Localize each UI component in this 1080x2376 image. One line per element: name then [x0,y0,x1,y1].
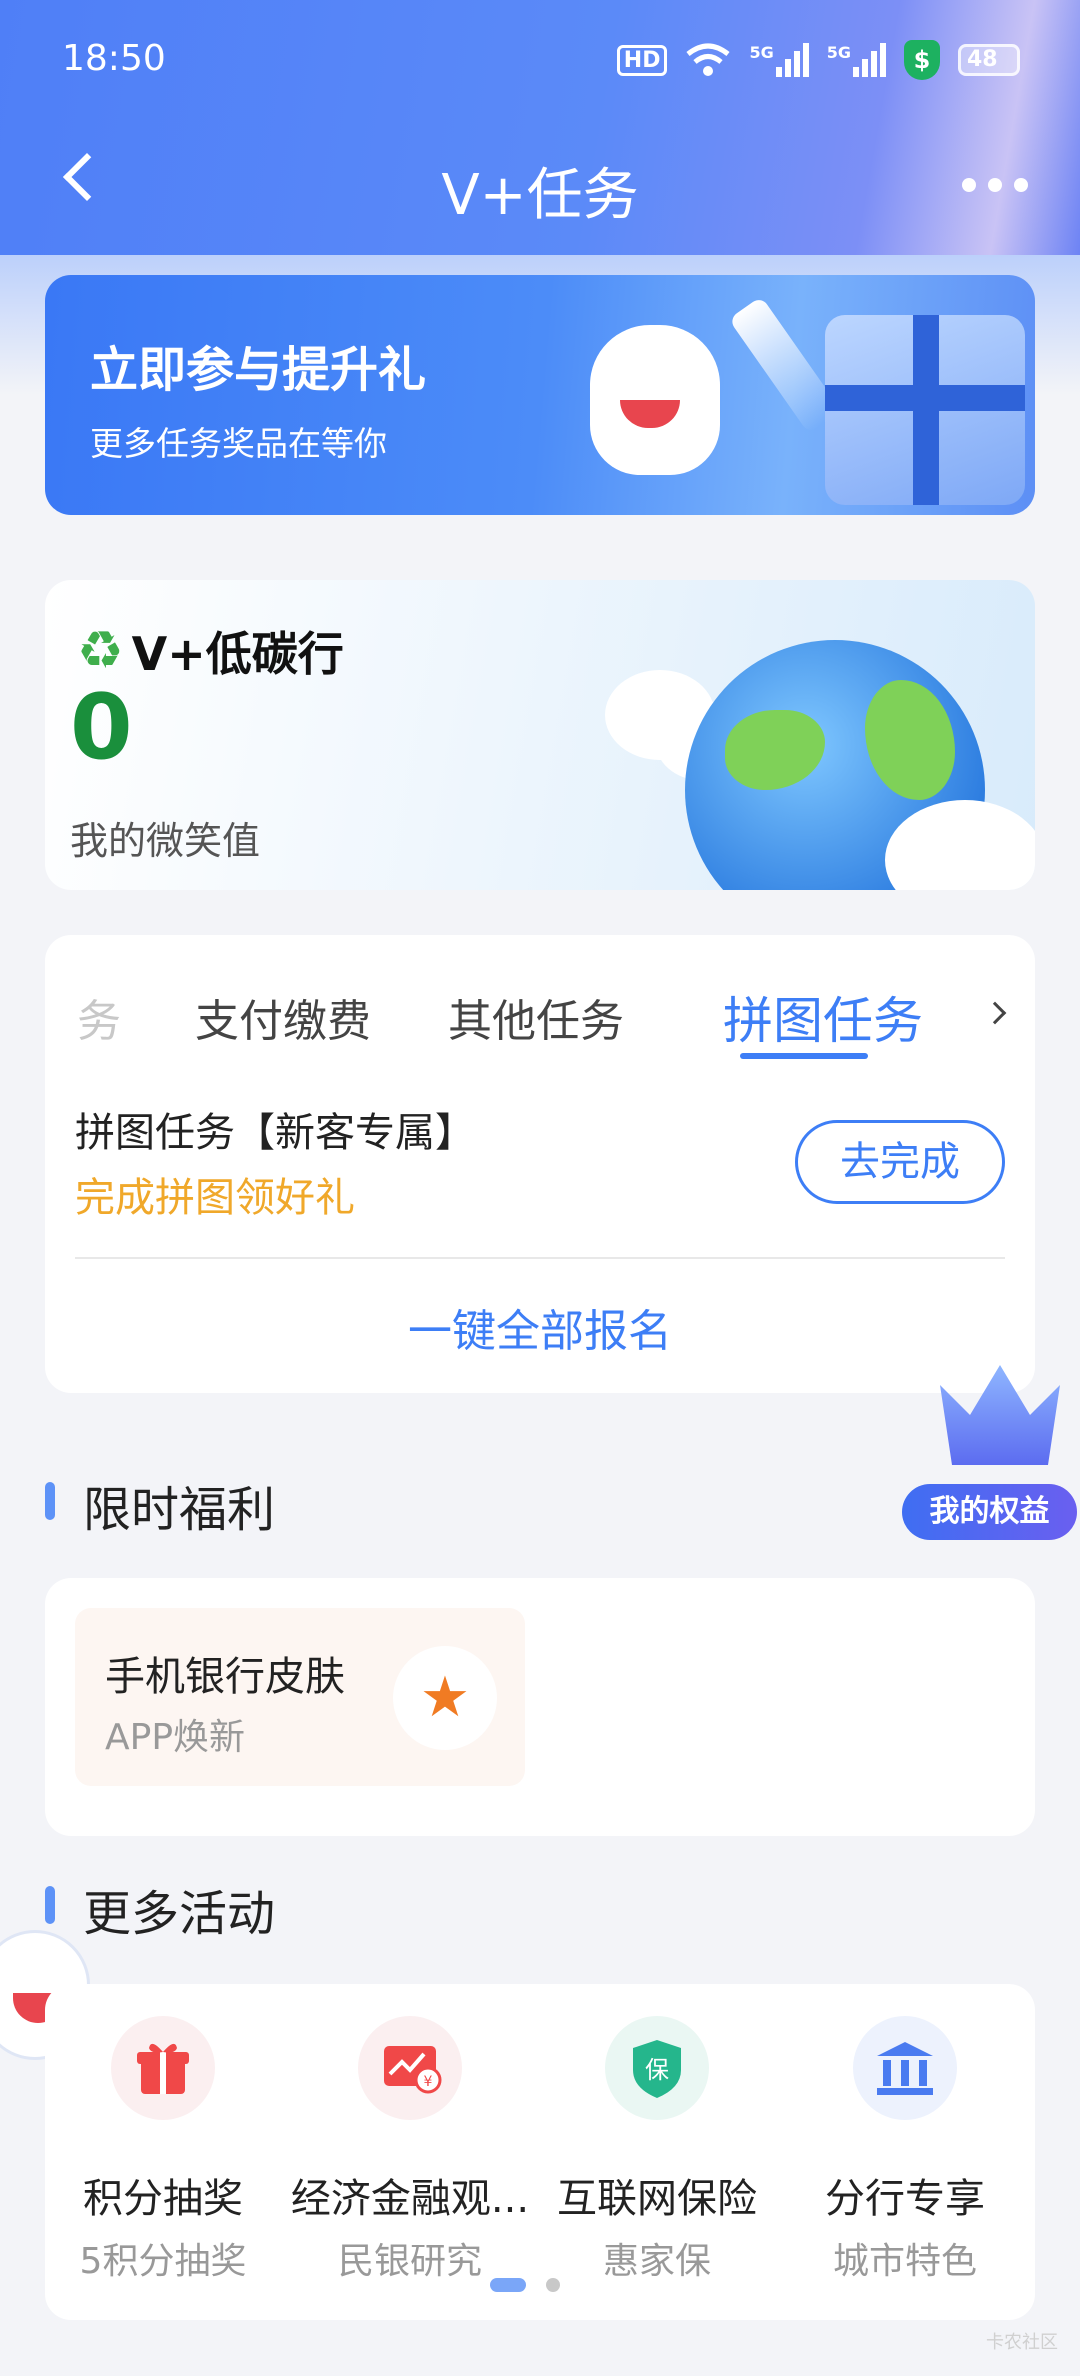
more-options-icon[interactable] [962,178,1028,192]
active-tab-indicator [740,1053,868,1059]
bank-icon [853,2016,957,2120]
skin-title: 手机银行皮肤 [105,1654,345,1700]
battery-icon: 48 [958,44,1020,76]
page-dot[interactable] [546,2278,560,2292]
page-dot-active [490,2278,526,2292]
tab-other-tasks[interactable]: 其他任务 [448,985,624,1049]
welfare-card: 手机银行皮肤 APP焕新 ★ [45,1578,1035,1836]
activity-subtitle: 5积分抽奖 [79,2241,247,2282]
svg-text:¥: ¥ [424,2074,433,2090]
activities-card: 积分抽奖 5积分抽奖 ¥ 经济金融观... 民银研究 保 互联网保险 惠家保 分… [45,1984,1035,2320]
banner-subtitle: 更多任务奖品在等你 [90,424,387,463]
activity-internet-insurance[interactable]: 保 互联网保险 惠家保 [537,2016,777,2284]
enroll-all-button[interactable]: 一键全部报名 [45,1295,1035,1359]
activity-title: 积分抽奖 [83,2176,243,2222]
skin-subtitle: APP焕新 [105,1717,246,1758]
watermark: 卡农社区 [986,2332,1058,2353]
pagination-dots [490,2278,560,2292]
activity-subtitle: 民银研究 [337,2241,482,2282]
signal-1-icon: 5G [749,43,809,77]
activity-subtitle: 城市特色 [832,2241,977,2282]
activity-subtitle: 惠家保 [602,2241,711,2282]
shield-insurance-icon: 保 [605,2016,709,2120]
status-time: 18:50 [62,38,166,79]
gift-box-illustration [825,315,1025,505]
activity-title: 经济金融观... [290,2176,530,2222]
banner-title: 立即参与提升礼 [90,342,427,398]
tab-puzzle-tasks[interactable]: 拼图任务 [703,981,943,1053]
hd-voice-icon: HD [616,44,668,76]
activity-title: 分行专享 [825,2176,985,2222]
activity-branch-exclusive[interactable]: 分行专享 城市特色 [785,2016,1025,2284]
recycle-icon: ♻ [77,621,124,681]
task-tabs: 务 支付缴费 其他任务 拼图任务 [45,985,1035,1050]
section-title-welfare: 限时福利 [45,1470,275,1540]
low-carbon-title: V+低碳行 [131,627,344,681]
signal-2-icon: 5G [827,43,886,77]
security-shield-icon: $ [904,40,940,80]
magic-wand-icon: ★ [393,1646,497,1750]
skin-tile[interactable]: 手机银行皮肤 APP焕新 ★ [75,1608,525,1786]
task-description: 完成拼图领好礼 [75,1175,355,1221]
status-icons: HD 5G 5G $ 48 [616,40,1020,80]
smile-value-label: 我的微笑值 [70,819,261,863]
smile-value: 0 [70,675,133,780]
wifi-icon [686,43,731,76]
tab-payment[interactable]: 支付缴费 [195,985,371,1049]
promo-banner[interactable]: 立即参与提升礼 更多任务奖品在等你 [45,275,1035,515]
gift-icon [111,2016,215,2120]
my-rights-button[interactable]: 我的权益 [902,1484,1077,1540]
activity-title: 互联网保险 [557,2176,757,2222]
chart-yuan-icon: ¥ [358,2016,462,2120]
tab-partial[interactable]: 务 [77,985,121,1049]
low-carbon-card[interactable]: ♻ V+低碳行 0 我的微笑值 [45,580,1035,890]
go-complete-button[interactable]: 去完成 [795,1120,1005,1204]
section-title-activities: 更多活动 [45,1874,275,1944]
task-name: 拼图任务【新客专属】 [75,1110,475,1156]
mascot-illustration [590,325,720,475]
divider [75,1257,1005,1259]
activity-points-lottery[interactable]: 积分抽奖 5积分抽奖 [43,2016,283,2284]
page-title: V+任务 [441,163,639,228]
task-card: 务 支付缴费 其他任务 拼图任务 拼图任务【新客专属】 完成拼图领好礼 去完成 … [45,935,1035,1393]
activity-finance-insight[interactable]: ¥ 经济金融观... 民银研究 [290,2016,530,2284]
svg-text:保: 保 [645,2056,669,2084]
crown-icon[interactable] [930,1355,1070,1475]
